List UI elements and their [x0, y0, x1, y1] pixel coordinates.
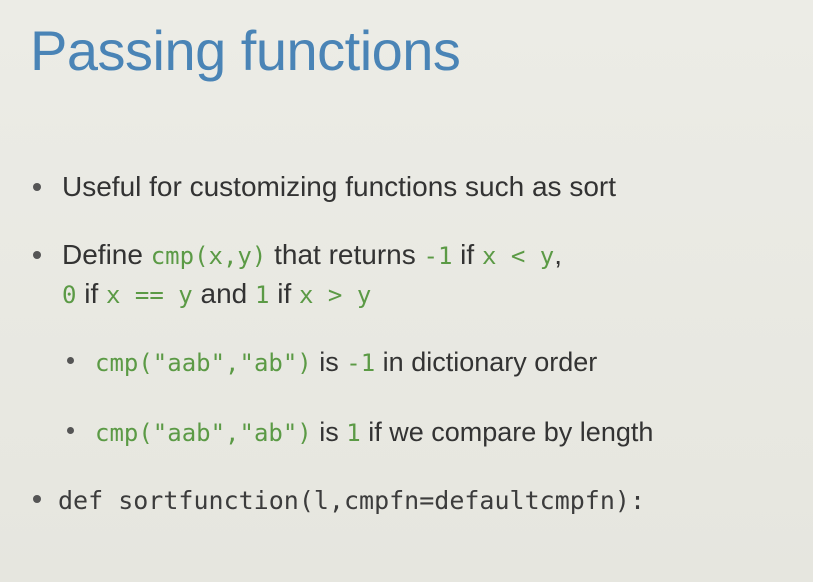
text-segment: is: [311, 417, 347, 447]
bullet-useful-for-customizing: Useful for customizing functions such as…: [62, 168, 616, 206]
code-segment: cmp("aab","ab"): [95, 349, 312, 377]
code-segment: cmp("aab","ab"): [95, 419, 312, 447]
code-segment: x > y: [299, 281, 372, 309]
code-segment: -1: [346, 349, 376, 377]
text-segment: and: [192, 278, 255, 309]
code-segment: 1: [255, 281, 270, 309]
text-segment: if: [452, 239, 482, 270]
bullet-define-cmp: Define cmp(x,y) that returns -1 if x < y…: [62, 236, 562, 314]
code-segment: x == y: [106, 281, 193, 309]
text-segment: if we compare by length: [360, 417, 654, 447]
slide: Passing functions Useful for customizing…: [0, 0, 813, 582]
bullet-dot: [33, 183, 41, 191]
bullet-def-sortfunction: def sortfunction(l,cmpfn=defaultcmpfn):: [58, 481, 645, 520]
text-segment: if: [269, 278, 300, 309]
code-segment: 1: [346, 419, 361, 447]
code-segment: 0: [62, 281, 77, 309]
code-segment: x < y: [481, 242, 555, 270]
sub-bullet-compare-by-length: cmp("aab","ab") is 1 if we compare by le…: [95, 413, 653, 452]
slide-title: Passing functions: [30, 19, 461, 82]
sub-bullet-dot: [67, 427, 74, 434]
bullet-text: Useful for customizing functions such as…: [62, 171, 617, 202]
text-segment: that returns: [266, 239, 424, 270]
bullet-line-2: 0 if x == y and 1 if x > y: [62, 275, 562, 314]
bullet-line-1: Define cmp(x,y) that returns -1 if x < y…: [62, 236, 562, 275]
text-segment: in dictionary order: [375, 347, 598, 377]
code-segment: cmp(x,y): [150, 242, 267, 270]
text-segment: ,: [554, 239, 562, 270]
sub-bullet-dictionary-order: cmp("aab","ab") is -1 in dictionary orde…: [95, 343, 597, 382]
bullet-dot: [33, 495, 41, 503]
text-segment: Define: [62, 239, 151, 270]
bullet-dot: [33, 251, 41, 259]
text-segment: is: [311, 347, 347, 377]
code-segment: -1: [423, 242, 453, 270]
code-segment: def sortfunction(l,cmpfn=defaultcmpfn):: [58, 486, 645, 515]
text-segment: if: [76, 278, 107, 309]
sub-bullet-dot: [67, 357, 74, 364]
